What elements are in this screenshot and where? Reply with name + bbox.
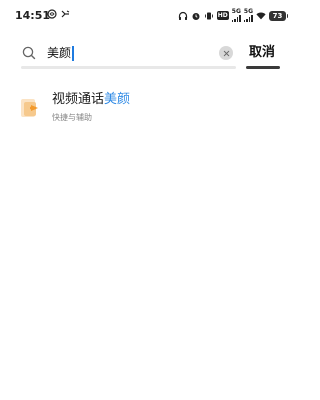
hd-icon: HD (216, 11, 229, 20)
result-title: 视频通话美颜 (52, 91, 130, 109)
signal-5g-icon: 5G (243, 9, 253, 22)
result-subtitle: 快捷与辅助 (52, 113, 92, 122)
search-input[interactable]: 美颜 (47, 43, 74, 63)
search-box[interactable]: 美颜 (14, 38, 236, 68)
close-icon (223, 50, 229, 56)
alarm-icon (192, 12, 200, 20)
result-title-highlight: 美颜 (104, 92, 131, 107)
search-bar: 美颜 取消 (0, 38, 300, 70)
cancel-button[interactable]: 取消 (249, 43, 275, 63)
battery-indicator: 73 (269, 10, 288, 21)
cancel-underline (246, 66, 280, 69)
status-time: 14:51 (15, 9, 51, 22)
nfc-icon (47, 9, 57, 19)
status-bar: 14:51 HD 5G 5G 73 (0, 0, 300, 30)
headphones-icon (178, 11, 187, 20)
wifi-icon (256, 12, 266, 19)
search-icon (22, 46, 36, 60)
signal-5g-icon: 5G (231, 9, 241, 22)
search-result-item[interactable]: 视频通话美颜 快捷与辅助 (0, 86, 300, 130)
result-title-prefix: 视频通话 (52, 92, 105, 107)
vibrate-icon (204, 12, 213, 19)
video-call-beauty-icon (21, 99, 38, 117)
antenna-icon (61, 10, 70, 18)
search-query-text: 美颜 (47, 46, 72, 60)
text-caret (72, 45, 74, 61)
status-right-icons: HD 5G 5G 73 (178, 9, 288, 22)
status-left-icons (47, 9, 70, 19)
clear-search-button[interactable] (219, 46, 233, 60)
search-underline (21, 66, 236, 69)
